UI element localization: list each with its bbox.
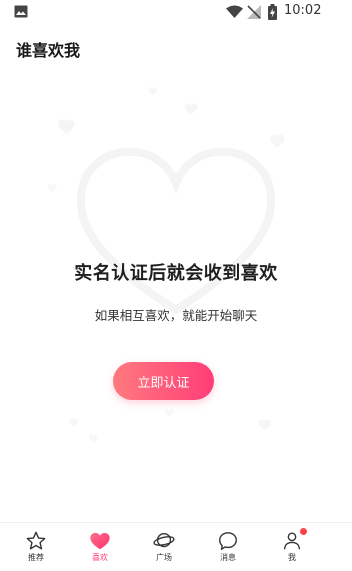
tab-label: 广场 (156, 553, 172, 562)
small-heart-icon (148, 87, 158, 96)
tab-me[interactable]: 我 (262, 523, 322, 571)
tab-label: 推荐 (28, 553, 44, 562)
planet-icon (153, 532, 175, 548)
large-heart-outline-icon (76, 147, 276, 315)
battery-charging-icon (268, 4, 277, 20)
gallery-icon (14, 5, 28, 18)
tab-plaza[interactable]: 广场 (134, 523, 194, 571)
small-heart-icon (184, 103, 198, 115)
notification-dot (300, 528, 307, 535)
small-heart-icon (58, 119, 75, 134)
small-heart-icon (164, 408, 174, 417)
small-heart-icon (88, 434, 98, 443)
chat-bubble-icon (219, 532, 237, 550)
heart-icon (90, 532, 110, 550)
tab-label: 喜欢 (92, 553, 108, 562)
background-hearts-decoration (47, 87, 285, 443)
status-time: 10:02 (284, 3, 322, 18)
empty-state-subline: 如果相互喜欢，就能开始聊天 (94, 308, 258, 323)
tab-recommend[interactable]: 推荐 (6, 523, 66, 571)
tab-label: 消息 (220, 553, 236, 562)
small-heart-icon (47, 184, 57, 193)
signal-off-icon (247, 5, 261, 19)
star-icon (26, 531, 46, 550)
tab-messages[interactable]: 消息 (198, 523, 258, 571)
bottom-tab-bar: 推荐 喜欢 广场 消息 我 (0, 522, 352, 571)
verify-now-button[interactable]: 立即认证 (113, 362, 214, 400)
page-title: 谁喜欢我 (16, 41, 81, 60)
small-heart-icon (270, 134, 285, 148)
tab-likes[interactable]: 喜欢 (70, 523, 130, 571)
small-heart-icon (69, 418, 79, 427)
status-bar: 10:02 (0, 0, 352, 24)
small-heart-icon (258, 419, 272, 431)
empty-state-headline: 实名认证后就会收到喜欢 (74, 263, 278, 284)
tab-label: 我 (288, 553, 296, 562)
wifi-icon (226, 5, 243, 18)
